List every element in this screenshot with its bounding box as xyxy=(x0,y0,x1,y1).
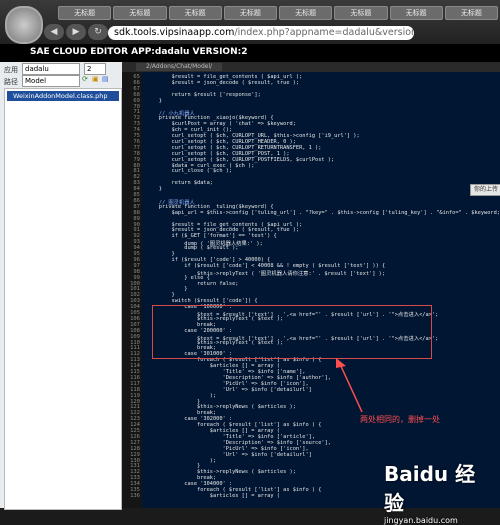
refresh-icon[interactable]: ↻ xyxy=(88,24,108,40)
browser-tab[interactable]: 无标题 xyxy=(334,6,388,20)
float-upload-tab[interactable]: 你的上传 xyxy=(470,184,500,196)
annotation-text: 两处相同的，删掉一处 xyxy=(360,415,440,424)
path-label: 路径 xyxy=(4,78,18,86)
address-bar[interactable]: sdk.tools.vipsinaapp.com/index.php?appna… xyxy=(108,26,414,40)
forward-arrow-icon[interactable]: ▶ xyxy=(66,24,86,40)
browser-tab[interactable]: 无标题 xyxy=(279,6,333,20)
path-select[interactable]: Model xyxy=(22,75,80,87)
code-line[interactable]: $result = json_decode ( $result, true ); xyxy=(146,80,300,86)
file-item[interactable]: WeixinAddonModel.class.php xyxy=(7,91,119,101)
code-line[interactable]: } xyxy=(146,98,162,104)
line-number-gutter: 65 66 67 68 69 70 71 72 73 74 75 76 77 78 79 80 81 82 83 84… xyxy=(122,72,142,508)
browser-tab-strip: 无标题 无标题 无标题 无标题 无标题 无标题 无标题 无标题 xyxy=(58,6,498,20)
browser-tab[interactable]: 无标题 xyxy=(168,6,222,20)
url-path: /index.php?appname=dadalu&version=2 xyxy=(234,27,414,38)
watermark-brand: Baidu 经验 xyxy=(384,462,476,515)
browser-logo-icon[interactable] xyxy=(5,6,43,44)
browser-tab[interactable]: 无标题 xyxy=(58,6,112,20)
line-number: 136 xyxy=(130,492,140,499)
browser-toolbar: 无标题 无标题 无标题 无标题 无标题 无标题 无标题 无标题 ◀ ▶ ↻ sd… xyxy=(0,0,500,44)
new-folder-icon[interactable]: ▣ xyxy=(92,75,99,83)
file-sidebar: 应用 dadalu 2 路径 Model ⟳ ▣ ▤ WeixinAddonMo… xyxy=(0,62,122,510)
code-line[interactable]: $articles [] = array ( xyxy=(146,493,280,499)
browser-tab[interactable]: 无标题 xyxy=(389,6,443,20)
duplicate-highlight-box xyxy=(152,305,432,359)
browser-tab[interactable]: 无标题 xyxy=(223,6,277,20)
code-area[interactable]: $result = file_get_contents ( $api_url )… xyxy=(142,72,500,508)
new-file-icon[interactable]: ▤ xyxy=(102,75,109,83)
editor-tab-strip: 2/Addons/Chat/Model/ xyxy=(122,62,500,72)
code-line[interactable]: $api_url = $this->config ['tuling_url'] … xyxy=(146,210,500,216)
refresh-icon[interactable]: ⟳ xyxy=(82,75,88,83)
code-line[interactable]: return $result ['response']; xyxy=(146,92,261,98)
version-select[interactable]: 2 xyxy=(84,63,106,75)
editor-title: SAE CLOUD EDITOR APP:dadalu VERSION:2 xyxy=(30,47,248,57)
browser-tab[interactable]: 无标题 xyxy=(444,6,498,20)
browser-tab[interactable]: 无标题 xyxy=(113,6,167,20)
annotation-arrow xyxy=(336,358,363,413)
baidu-watermark: Baidu 经验 jingyan.baidu.com xyxy=(384,458,494,525)
app-label: 应用 xyxy=(4,66,18,74)
editor-tab[interactable]: 2/Addons/Chat/Model/ xyxy=(136,63,223,71)
code-line[interactable]: } xyxy=(146,186,162,192)
file-list: WeixinAddonModel.class.php xyxy=(4,88,122,510)
watermark-url: jingyan.baidu.com xyxy=(384,516,458,525)
url-host: sdk.tools.vipsinaapp.com xyxy=(114,27,235,38)
back-arrow-icon[interactable]: ◀ xyxy=(44,24,64,40)
code-line[interactable]: curl_close ( $ch ); xyxy=(146,168,233,174)
editor-header: SAE CLOUD EDITOR APP:dadalu VERSION:2 xyxy=(0,44,500,62)
app-select[interactable]: dadalu xyxy=(22,63,80,75)
